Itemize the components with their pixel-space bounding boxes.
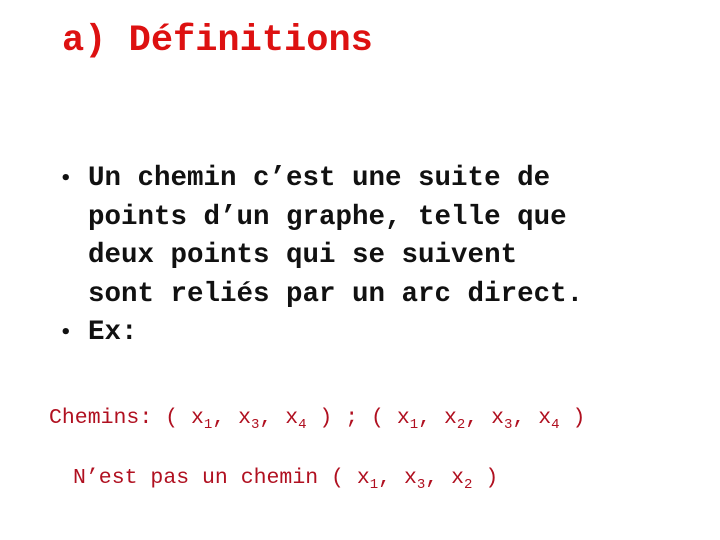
path-separator: ; [332,406,372,430]
vertex-label: x3 [238,406,260,433]
vertex-index: 1 [369,477,379,493]
vertex-label: x4 [538,406,560,433]
bullet-line: points d’un graphe, telle que [88,201,567,233]
vertex-label: x1 [190,406,213,433]
vertex-label: x3 [491,406,513,433]
vertex-label: x2 [451,466,473,493]
separator [307,406,320,430]
paths-label: Chemins: [49,406,166,430]
bullet-line: Un chemin c’est une suite de [88,163,551,194]
bullet-list: • Un chemin c’est une suite de points d’… [60,160,700,353]
separator: , [512,406,539,430]
separator [472,466,485,490]
vertex-index: 4 [551,417,560,433]
separator: , [212,406,239,430]
bullet-icon: • [60,322,72,343]
vertex-label: x4 [285,406,307,433]
paren: ( [331,466,357,490]
paren: ) [319,406,333,430]
paren: ) [572,406,586,430]
slide-title: a) Définitions [62,20,373,62]
separator: , [378,466,404,490]
vertex-label: x2 [443,406,466,433]
not-path-label: N’est pas un chemin [73,466,332,490]
paren: ( [371,406,397,430]
separator: , [465,406,492,430]
separator: , [259,406,286,430]
vertex-index: 1 [203,417,213,433]
paren: ) [485,466,499,490]
vertex-label: x3 [403,466,426,493]
separator: , [425,466,452,490]
bullet-icon: • [60,168,72,189]
bullet-line: deux points qui se suivent [88,240,518,271]
bullet-definition: • Un chemin c’est une suite de points d’… [60,160,700,314]
vertex-index: 4 [298,417,307,433]
vertex-label: x1 [356,466,379,493]
vertex-index: 1 [409,417,419,433]
not-path-example-line: N’est pas un chemin ( x1, x3, x2 ) [73,466,499,493]
bullet-line: Ex: [88,317,138,348]
separator [560,406,573,430]
paths-example-line: Chemins: ( x1, x3, x4 ) ; ( x1, x2, x3, … [49,406,586,433]
paren: ( [165,406,191,430]
vertex-label: x1 [396,406,419,433]
separator: , [418,406,444,430]
bullet-line: sont reliés par un arc direct. [88,278,584,310]
bullet-example: • Ex: [60,314,700,353]
